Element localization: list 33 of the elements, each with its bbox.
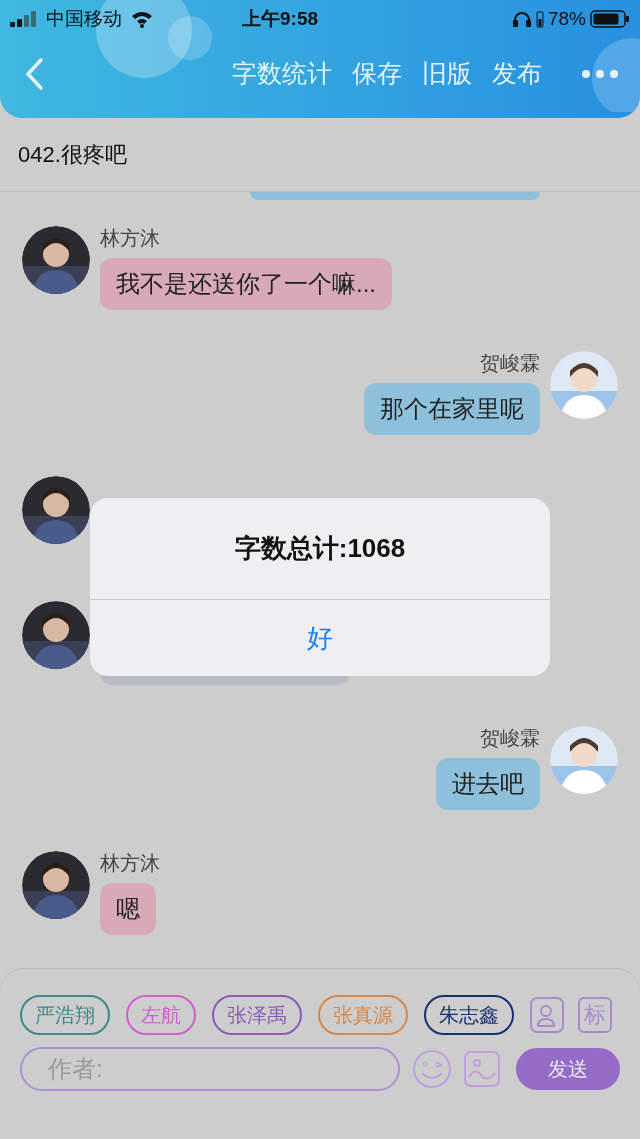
author-chip[interactable]: 张泽禹 (212, 995, 302, 1035)
tag-button[interactable]: 标 (578, 997, 612, 1033)
chapter-title: 042.很疼吧 (18, 141, 127, 169)
emoji-icon[interactable] (412, 1049, 452, 1089)
nav-action[interactable]: 发布 (492, 55, 542, 93)
nav-action[interactable]: 字数统计 (232, 55, 332, 93)
author-chip[interactable]: 朱志鑫 (424, 995, 514, 1035)
wifi-icon (130, 10, 154, 28)
sender-name: 林方沐 (100, 226, 160, 250)
message-bubble: 进去吧 (436, 758, 540, 810)
signal-icon (10, 11, 38, 27)
clock-time: 上午9:58 (242, 6, 319, 31)
headphones-icon (511, 10, 532, 28)
carrier-label: 中国移动 (46, 6, 122, 31)
send-button[interactable]: 发送 (516, 1048, 620, 1090)
sender-name: 贺峻霖 (480, 351, 540, 375)
author-chip[interactable]: 左航 (126, 995, 196, 1035)
sender-name: 贺峻霖 (480, 726, 540, 750)
nav-action[interactable]: 旧版 (422, 55, 472, 93)
sender-name: 林方沐 (100, 851, 160, 875)
author-chip[interactable]: 严浩翔 (20, 995, 110, 1035)
author-chip[interactable]: 张真源 (318, 995, 408, 1035)
contact-card-icon[interactable] (530, 997, 564, 1033)
message-bubble: 我不是还送你了一个嘛... (100, 258, 392, 310)
battery-icon (590, 9, 630, 29)
battery-charge-icon (535, 10, 544, 28)
message-bubble: 那个在家里呢 (364, 383, 540, 435)
battery-percent: 78% (547, 6, 586, 31)
message-bubble: 嗯 (100, 883, 156, 935)
alert-message: 字数总计:1068 (234, 532, 406, 565)
nav-action[interactable]: 保存 (352, 55, 402, 93)
ok-button[interactable]: 好 (90, 600, 550, 676)
image-icon[interactable] (464, 1051, 500, 1087)
